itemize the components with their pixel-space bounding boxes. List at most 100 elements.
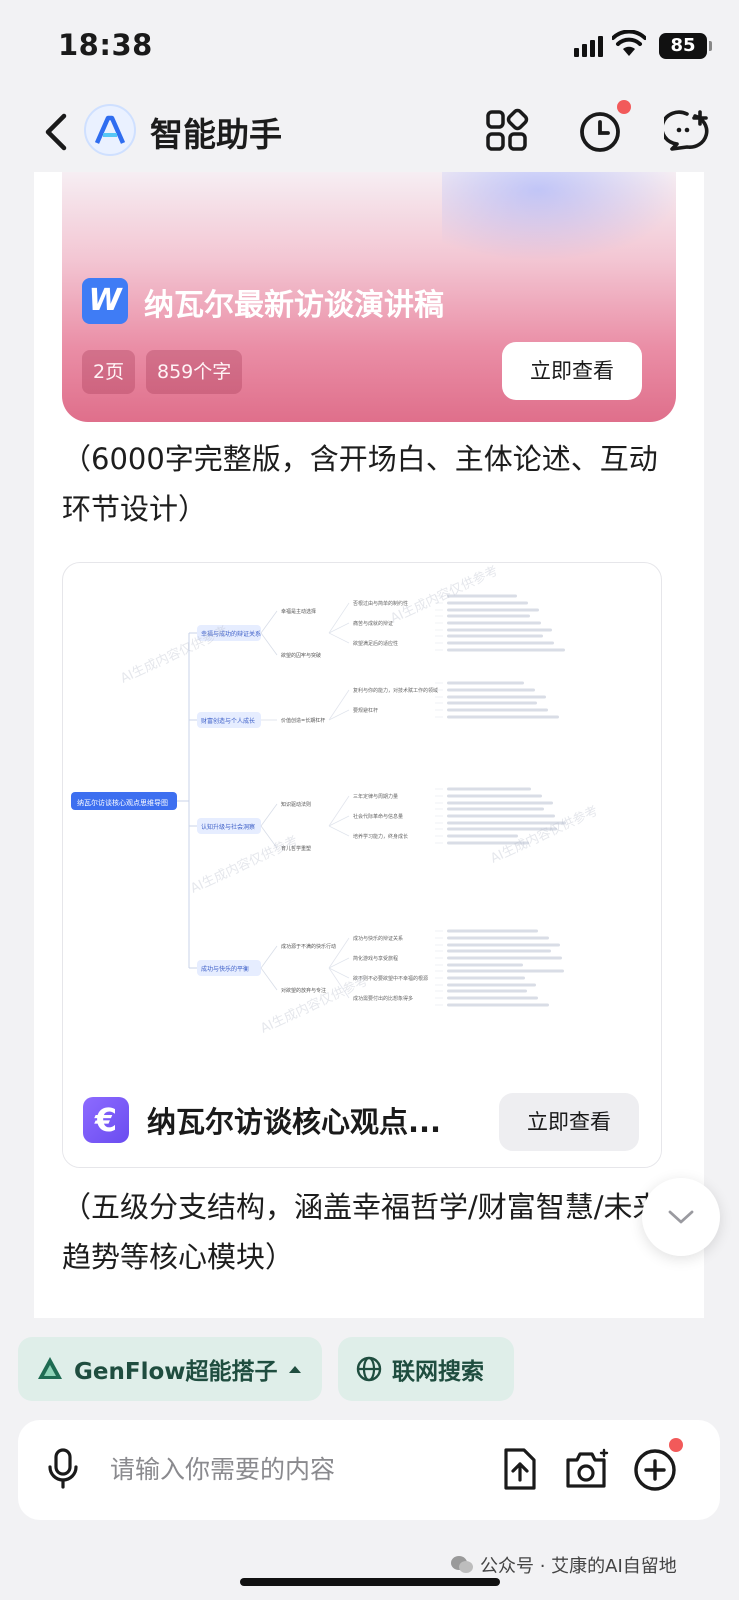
history-clock-icon[interactable]	[577, 108, 623, 154]
view-document-button[interactable]: 立即查看	[502, 342, 642, 400]
mindmap-leaf-detail	[447, 1003, 549, 1007]
mindmap-connector	[260, 632, 278, 656]
add-plus-icon[interactable]	[632, 1446, 678, 1492]
char-count-badge: 859个字	[146, 350, 243, 394]
mindmap-leaf-detail	[447, 648, 565, 652]
mindmap-leaf-detail	[447, 814, 555, 818]
mindmap-leaf-label: 欲望满足后的适应性	[353, 640, 398, 647]
mindmap-connector	[328, 602, 350, 634]
footnote-text: 公众号 · 艾康的AI自留地	[480, 1556, 677, 1577]
mindmap-node-label: 对欲望的放弃与专注	[281, 987, 326, 994]
mindmap-leaf-detail	[447, 834, 518, 838]
mindmap-leaf-detail	[447, 989, 527, 993]
camera-icon[interactable]	[564, 1446, 610, 1492]
mindmap-root-label: 纳瓦尔访谈核心观点思维导图	[77, 798, 168, 807]
mindmap-leaf-detail	[447, 681, 524, 685]
mindmap-leaf-label: 成功需要付出的比想象得多	[353, 995, 413, 1002]
mindmap-connector	[260, 803, 278, 827]
assistant-logo-icon	[84, 104, 136, 156]
mindmap-leaf-label: 培养学习能力，终身成长	[353, 833, 408, 840]
back-icon[interactable]	[38, 110, 78, 154]
mindmap-leaf-detail	[447, 708, 548, 712]
mindmap-leaf-detail	[447, 801, 553, 805]
mindmap-leaf-detail	[447, 807, 544, 811]
page-title: 智能助手	[150, 115, 282, 154]
mindmap-leaf-label: 简化游戏与享受旅程	[353, 955, 398, 962]
mindmap-leaf-detail	[447, 715, 559, 719]
notification-dot	[669, 1438, 683, 1452]
mindmap-leaf-detail	[447, 641, 554, 645]
status-time: 18:38	[58, 28, 153, 62]
mindmap-leaf-detail	[447, 929, 538, 933]
chevron-down-icon	[668, 1210, 694, 1224]
mindmap-leaf-detail	[447, 608, 539, 612]
mindmap-leaf-detail	[447, 701, 537, 705]
genflow-label: GenFlow超能搭子	[74, 1359, 278, 1385]
apps-grid-icon[interactable]	[484, 108, 530, 154]
mindmap-branch-label: 成功与快乐的平衡	[201, 965, 249, 973]
mindmap-connector	[260, 610, 278, 634]
mindmap-leaf-detail	[447, 787, 531, 791]
mindmap-connector	[328, 937, 350, 969]
wifi-icon	[612, 30, 646, 56]
mindmap-leaf-label: 复利与你的能力，对技术赋工作的领域	[353, 687, 438, 694]
mindmap-leaf-detail	[447, 794, 542, 798]
mindmap-leaf-label: 成功与快乐的辩证关系	[353, 935, 403, 942]
mindmap-leaf-detail	[447, 976, 525, 980]
mindmap-leaf-label: 社会代际革命与信息量	[353, 813, 403, 820]
mindmap-card[interactable]: 纳瓦尔访谈核心观点思维导图 幸福与成功的辩证关系 幸福是主动选择 欲望的囚牢与突破 否根…	[62, 562, 662, 1168]
mindmap-leaf-detail	[447, 614, 530, 618]
mindmap-node-label: 价值创造=长期杠杆	[281, 717, 325, 724]
mindmap-branch-label: 财富创造与个人成长	[201, 717, 255, 725]
mindmap-leaf-detail	[447, 695, 546, 699]
scroll-down-button[interactable]	[642, 1178, 720, 1256]
web-search-button[interactable]: 联网搜索	[338, 1337, 514, 1401]
globe-icon	[356, 1356, 382, 1382]
mindmap-leaf-detail	[447, 969, 564, 973]
mindmap-leaf-label: 否根过由与简单的制约性	[353, 600, 408, 607]
mindmap-leaf-label: 要规避杠杆	[353, 707, 378, 714]
mindmap-connector	[328, 795, 350, 827]
microphone-icon[interactable]	[46, 1447, 80, 1491]
genflow-button[interactable]: GenFlow超能搭子	[18, 1337, 322, 1401]
message-text: （6000字完整版，含开场白、主体论述、互动环节设计）	[62, 442, 658, 526]
mindmap-leaf-detail	[447, 983, 536, 987]
word-doc-icon: W	[82, 278, 128, 324]
mindmap-connector	[260, 945, 278, 969]
mindmap-leaf-detail	[447, 601, 528, 605]
mindmap-node-label: 欲望的囚牢与突破	[281, 652, 321, 659]
notification-dot	[617, 100, 631, 114]
genflow-logo-icon	[38, 1357, 62, 1379]
mindmap-watermark: AI生成内容仅供参考	[188, 833, 301, 897]
mindmap-leaf-detail	[447, 936, 549, 940]
new-chat-icon[interactable]	[664, 108, 710, 154]
mindmap-connector	[328, 632, 350, 644]
input-bar: 请输入你需要的内容	[18, 1420, 720, 1520]
mindmap-connector	[328, 689, 350, 721]
mindmap-leaf-detail	[447, 688, 535, 692]
status-bar: 18:38 85	[0, 0, 739, 92]
mindmap-connector	[328, 825, 350, 837]
mindmap-leaf-detail	[447, 628, 552, 632]
mindmap-leaf-detail	[447, 949, 551, 953]
page-count-badge: 2页	[82, 350, 136, 394]
mindmap-leaf-detail	[447, 963, 523, 967]
mindmap-preview: 纳瓦尔访谈核心观点思维导图幸福与成功的辩证关系幸福是主动选择欲望的囚牢与突破否根…	[71, 563, 600, 1037]
message-text-2: （五级分支结构，涵盖幸福哲学/财富智慧/未来趋势等核心模块）	[62, 1190, 662, 1274]
web-search-label: 联网搜索	[392, 1359, 484, 1385]
mindmap-node-label: 知识驱动法则	[281, 801, 311, 808]
document-card[interactable]: W 纳瓦尔最新访谈演讲稿 2页 859个字 立即查看	[62, 172, 676, 422]
mindmap-watermark: AI生成内容仅供参考	[118, 623, 231, 687]
mindmap-connector	[260, 967, 278, 991]
message-input[interactable]: 请输入你需要的内容	[110, 1450, 335, 1486]
cellular-signal-icon	[574, 36, 603, 57]
wechat-icon	[451, 1556, 473, 1573]
upload-file-icon[interactable]	[496, 1446, 542, 1492]
mindmap-node-label: 幸福是主动选择	[281, 608, 316, 615]
app-header: 智能助手	[0, 92, 739, 172]
home-indicator	[240, 1578, 500, 1586]
mindmap-leaf-detail	[447, 943, 560, 947]
mindmap-card-footer: € 纳瓦尔访谈核心观点... 立即查看	[63, 1073, 661, 1167]
view-mindmap-button[interactable]: 立即查看	[499, 1093, 639, 1151]
chat-area: W 纳瓦尔最新访谈演讲稿 2页 859个字 立即查看 （6000字完整版，含开场…	[34, 172, 704, 1318]
